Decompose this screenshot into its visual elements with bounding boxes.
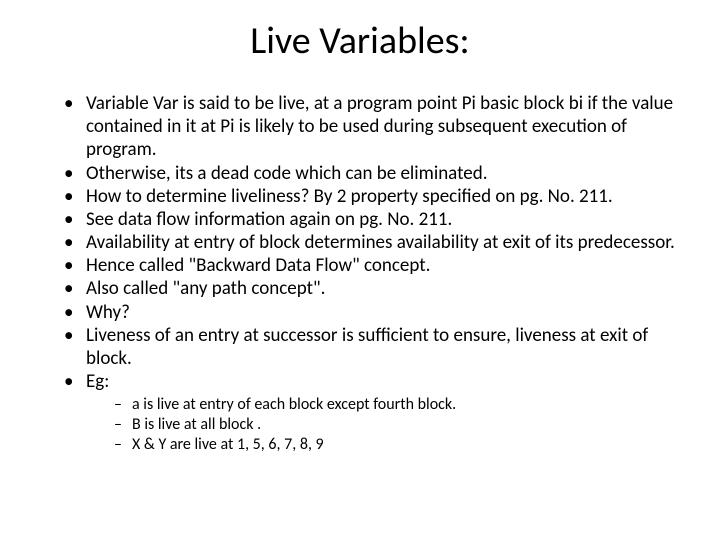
list-item: How to determine liveliness? By 2 proper… xyxy=(64,185,680,208)
sub-bullet-list: a is live at entry of each block except … xyxy=(86,395,680,455)
list-item: Why? xyxy=(64,301,680,324)
list-item: Variable Var is said to be live, at a pr… xyxy=(64,92,680,162)
slide: Live Variables: Variable Var is said to … xyxy=(0,0,720,540)
list-item: Hence called "Backward Data Flow" concep… xyxy=(64,254,680,277)
slide-title: Live Variables: xyxy=(40,18,680,64)
list-item: Also called "any path concept". xyxy=(64,277,680,300)
list-item: See data flow information again on pg. N… xyxy=(64,208,680,231)
sub-list-item: a is live at entry of each block except … xyxy=(114,395,680,415)
sub-list-item: X & Y are live at 1, 5, 6, 7, 8, 9 xyxy=(114,435,680,455)
sub-list-item: B is live at all block . xyxy=(114,415,680,435)
bullet-list: Variable Var is said to be live, at a pr… xyxy=(40,92,680,455)
list-item: Liveness of an entry at successor is suf… xyxy=(64,324,680,370)
list-item-label: Eg: xyxy=(86,370,109,393)
list-item: Availability at entry of block determine… xyxy=(64,231,680,254)
list-item: Eg: a is live at entry of each block exc… xyxy=(64,370,680,455)
list-item: Otherwise, its a dead code which can be … xyxy=(64,162,680,185)
